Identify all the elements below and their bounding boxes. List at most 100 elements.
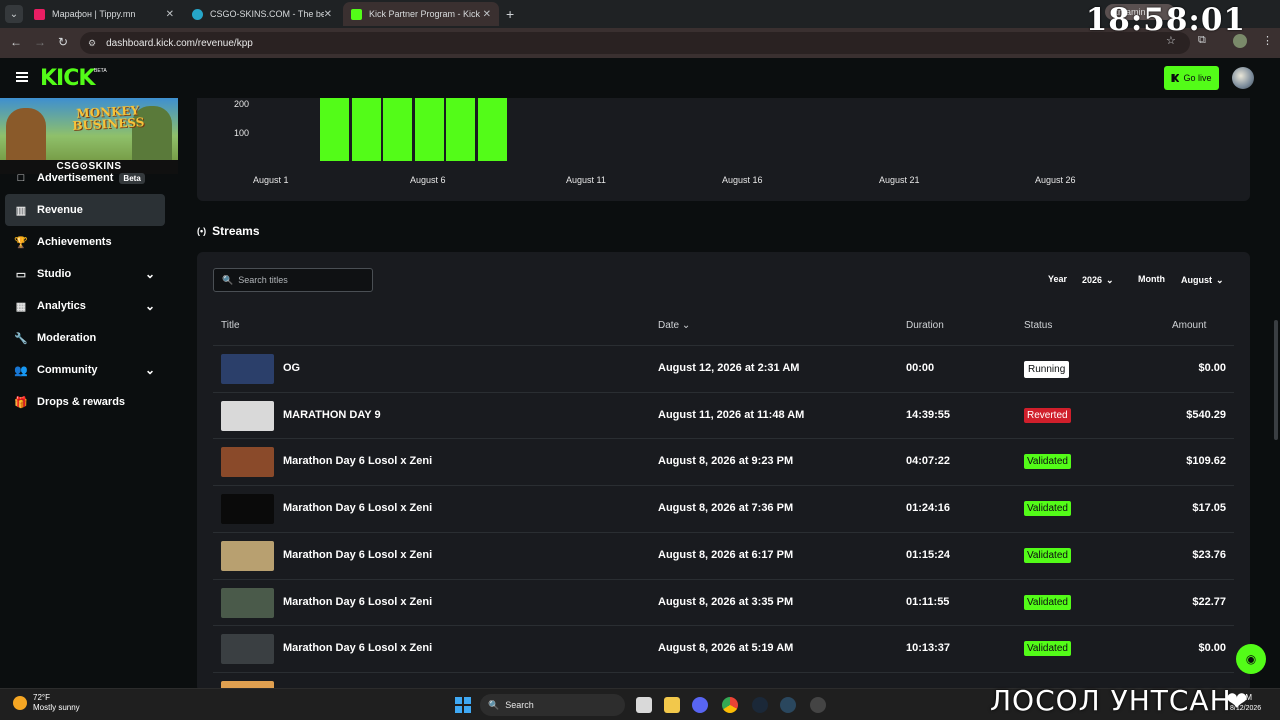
sidebar-item-moderation[interactable]: 🔧 Moderation bbox=[5, 322, 165, 354]
kick-header: KICK BETA Go live bbox=[0, 58, 1280, 98]
new-tab-button[interactable]: + bbox=[506, 6, 514, 22]
month-select[interactable]: August ⌄ bbox=[1181, 270, 1224, 290]
discord-icon[interactable] bbox=[692, 697, 708, 713]
windows-start-icon[interactable] bbox=[455, 697, 471, 713]
revenue-bar[interactable] bbox=[477, 98, 507, 161]
sponsor-banner[interactable]: MONKEY BUSINESS CSG⊙SKINS bbox=[0, 98, 178, 174]
revenue-bar[interactable] bbox=[320, 98, 349, 161]
stream-thumbnail[interactable] bbox=[221, 354, 274, 384]
chevron-down-icon[interactable]: ⌄ bbox=[145, 267, 155, 281]
user-avatar[interactable] bbox=[1232, 67, 1254, 89]
sidebar-item-advertisement[interactable]: □ Advertisement Beta bbox=[5, 164, 165, 192]
column-header-status[interactable]: Status bbox=[1024, 320, 1052, 331]
browser-tab-kick[interactable]: Kick Partner Program - Kick Da ✕ bbox=[343, 2, 499, 26]
weather-desc: Mostly sunny bbox=[33, 703, 80, 712]
steam-icon[interactable] bbox=[752, 697, 768, 713]
stream-amount: $540.29 bbox=[1186, 408, 1226, 421]
reload-icon[interactable]: ↻ bbox=[58, 35, 68, 49]
revenue-bar[interactable] bbox=[414, 98, 444, 161]
column-header-title[interactable]: Title bbox=[221, 320, 240, 331]
close-tab-icon[interactable]: ✕ bbox=[483, 9, 491, 20]
weather-widget[interactable]: 72°F Mostly sunny bbox=[13, 693, 80, 713]
address-bar[interactable]: ⚙ dashboard.kick.com/revenue/kpp bbox=[80, 32, 1190, 54]
stream-title[interactable]: Marathon Day 6 Losol x Zeni bbox=[283, 502, 432, 514]
table-row[interactable]: Marathon Day 6 Losol x Zeni August 8, 202… bbox=[213, 438, 1234, 484]
revenue-icon: ▥ bbox=[15, 204, 27, 217]
table-row[interactable]: Marathon Day 6 Losol x Zeni August 8, 202… bbox=[213, 578, 1234, 625]
sidebar-item-drops-rewards[interactable]: 🎁 Drops & rewards bbox=[5, 386, 165, 418]
browser-tab-tippy[interactable]: Марафон | Tippy.mn ✕ bbox=[26, 2, 182, 26]
site-info-icon[interactable]: ⚙ bbox=[88, 38, 96, 49]
x-tick-label: August 26 bbox=[1035, 175, 1076, 185]
streams-heading: (•) Streams bbox=[197, 224, 260, 238]
stream-duration: 00:00 bbox=[906, 362, 935, 374]
app-icon[interactable] bbox=[810, 697, 826, 713]
tippy-favicon-icon bbox=[34, 8, 45, 20]
close-tab-icon[interactable]: ✕ bbox=[166, 9, 174, 20]
stream-overlay-caption: ЛОСОЛ УНТСАН bbox=[990, 684, 1232, 717]
sidebar-item-label: Moderation bbox=[37, 332, 97, 344]
column-header-date[interactable]: Date ⌄ bbox=[658, 320, 690, 331]
stream-thumbnail[interactable] bbox=[221, 540, 274, 571]
gift-icon: 🎁 bbox=[14, 396, 28, 409]
table-row[interactable]: OG August 12, 2026 at 2:31 AM 00:00 Running… bbox=[213, 345, 1234, 391]
sidebar-item-studio[interactable]: ▭ Studio ⌄ bbox=[5, 258, 165, 290]
search-titles-field[interactable]: 🔍 bbox=[213, 268, 373, 292]
tab-title: Kick Partner Program - Kick Da bbox=[369, 9, 483, 19]
stream-thumbnail[interactable] bbox=[221, 634, 274, 665]
sidebar-item-label: Community bbox=[37, 364, 98, 376]
browser-tab-csgoskins[interactable]: CSGO-SKINS.COM - The best C ✕ bbox=[184, 2, 340, 26]
advertisement-icon: □ bbox=[17, 172, 25, 184]
file-explorer-icon[interactable] bbox=[664, 697, 680, 713]
sidebar-item-community[interactable]: 👥 Community ⌄ bbox=[5, 354, 165, 386]
column-header-duration[interactable]: Duration bbox=[906, 320, 944, 331]
tab-search-button[interactable]: ⌄ bbox=[5, 5, 23, 23]
stream-thumbnail[interactable] bbox=[221, 447, 274, 478]
revenue-bar[interactable] bbox=[446, 98, 475, 161]
stream-title[interactable]: Marathon Day 6 Losol x Zeni bbox=[283, 642, 432, 654]
stream-thumbnail[interactable] bbox=[221, 587, 274, 618]
column-header-amount[interactable]: Amount bbox=[1172, 320, 1206, 331]
revenue-bar[interactable] bbox=[351, 98, 381, 161]
sidebar-item-achievements[interactable]: 🏆 Achievements bbox=[5, 226, 165, 258]
year-value: 2026 bbox=[1082, 275, 1103, 285]
stream-title[interactable]: OG bbox=[283, 362, 300, 374]
sidebar-item-revenue[interactable]: ▥ Revenue bbox=[5, 194, 165, 226]
stream-amount: $17.05 bbox=[1192, 502, 1226, 515]
stream-thumbnail[interactable] bbox=[221, 494, 274, 525]
stream-title[interactable]: Marathon Day 6 Losol x Zeni bbox=[283, 549, 432, 561]
stream-thumbnail[interactable] bbox=[221, 400, 274, 431]
table-row[interactable]: Marathon Day 6 Losol x Zeni August 8, 202… bbox=[213, 531, 1234, 578]
chevron-down-icon: ⌄ bbox=[681, 320, 691, 331]
task-view-icon[interactable] bbox=[636, 697, 652, 713]
stream-title[interactable]: MARATHON DAY 9 bbox=[283, 409, 381, 421]
stream-title[interactable]: Marathon Day 6 Losol x Zeni bbox=[283, 455, 432, 467]
back-arrow-icon[interactable]: ← bbox=[10, 35, 22, 49]
kick-logo[interactable]: KICK bbox=[40, 66, 95, 91]
revenue-bar[interactable] bbox=[383, 98, 412, 161]
go-live-button[interactable]: Go live bbox=[1164, 66, 1219, 90]
url-text[interactable]: dashboard.kick.com/revenue/kpp bbox=[106, 38, 253, 49]
kick-favicon-icon bbox=[351, 8, 362, 20]
table-row[interactable]: MARATHON DAY 9 August 11, 2026 at 11:48 A… bbox=[213, 391, 1234, 438]
browser-menu-icon[interactable]: ⋮ bbox=[1262, 34, 1273, 47]
table-row[interactable]: Marathon Day 6 Losol x Zeni August 8, 202… bbox=[213, 485, 1234, 531]
year-select[interactable]: 2026 ⌄ bbox=[1082, 270, 1114, 290]
chevron-down-icon[interactable]: ⌄ bbox=[145, 363, 155, 377]
column-header-date-label: Date bbox=[658, 320, 680, 331]
page-scrollbar[interactable] bbox=[1274, 320, 1278, 440]
status-badge: Validated bbox=[1024, 594, 1071, 610]
support-chat-button[interactable]: ◉ bbox=[1236, 644, 1266, 674]
chevron-down-icon[interactable]: ⌄ bbox=[145, 299, 155, 313]
table-row[interactable]: Marathon Day 6 Losol x Zeni August 8, 202… bbox=[213, 625, 1234, 671]
sidebar-item-analytics[interactable]: ▦ Analytics ⌄ bbox=[5, 290, 165, 322]
close-tab-icon[interactable]: ✕ bbox=[324, 9, 332, 20]
forward-arrow-icon[interactable]: → bbox=[34, 35, 46, 49]
taskbar-search[interactable]: 🔍 Search bbox=[480, 694, 625, 716]
streams-title: Streams bbox=[212, 224, 260, 238]
search-input[interactable] bbox=[238, 275, 369, 285]
stream-title[interactable]: Marathon Day 6 Losol x Zeni bbox=[283, 596, 432, 608]
hamburger-menu-icon[interactable] bbox=[16, 72, 28, 82]
chrome-icon[interactable] bbox=[722, 697, 738, 713]
steam-icon[interactable] bbox=[780, 697, 796, 713]
